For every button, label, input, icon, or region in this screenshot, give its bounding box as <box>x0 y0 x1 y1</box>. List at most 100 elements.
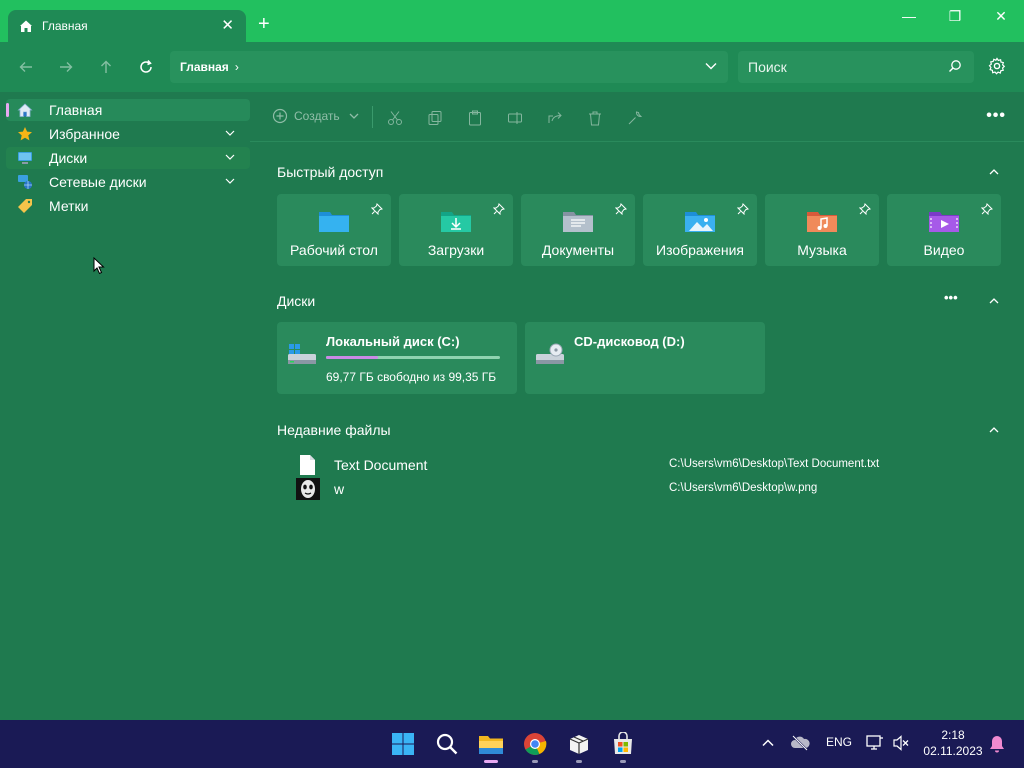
sidebar-item-drives[interactable]: Диски <box>6 147 250 169</box>
close-button[interactable]: ✕ <box>978 6 1024 26</box>
microsoft-store-icon[interactable] <box>609 730 637 758</box>
tab-title: Главная <box>42 19 88 33</box>
quick-access-label: Видео <box>923 242 965 258</box>
videos-folder-icon <box>928 208 960 234</box>
recent-file-row[interactable]: w C:\Users\vm6\Desktop\w.png <box>296 478 996 500</box>
forward-arrow-icon[interactable] <box>55 56 77 78</box>
music-folder-icon <box>806 208 838 234</box>
more-options-button[interactable]: ••• <box>986 107 1006 125</box>
tab-home[interactable]: Главная ✕ <box>8 10 246 42</box>
recent-file-path: C:\Users\vm6\Desktop\Text Document.txt <box>669 458 880 470</box>
drive-card-c[interactable]: Локальный диск (C:) 69,77 ГБ свободно из… <box>277 322 517 394</box>
sidebar: Главная Избранное Диски Сетевые диски Ме… <box>0 92 250 720</box>
sidebar-item-label: Главная <box>49 102 103 118</box>
refresh-icon[interactable] <box>135 56 157 78</box>
cut-icon[interactable] <box>386 109 404 127</box>
active-app-indicator <box>484 760 498 763</box>
quick-access-label: Загрузки <box>427 242 485 258</box>
search-icon[interactable] <box>433 730 461 758</box>
clock-date: 02.11.2023 <box>923 744 983 758</box>
minimize-button[interactable]: — <box>886 6 932 26</box>
delete-icon[interactable] <box>586 109 604 127</box>
recent-file-name: Text Document <box>334 457 428 473</box>
hard-drive-icon <box>287 342 317 368</box>
drive-name: CD-дисковод (D:) <box>574 334 685 349</box>
command-bar: Создать ••• <box>250 92 1024 142</box>
cd-drive-icon <box>535 342 565 368</box>
quick-access-pictures[interactable]: Изображения <box>643 194 757 266</box>
drives-more-button[interactable]: ••• <box>944 290 958 305</box>
sidebar-item-label: Метки <box>49 198 89 214</box>
chevron-down-icon[interactable] <box>224 150 236 166</box>
quick-access-label: Рабочий стол <box>290 242 378 258</box>
pin-icon[interactable] <box>614 202 627 220</box>
drive-card-d[interactable]: CD-дисковод (D:) <box>525 322 765 394</box>
breadcrumb-home[interactable]: Главная <box>180 60 229 74</box>
create-label: Создать <box>294 109 340 123</box>
cloud-offline-icon[interactable] <box>790 735 810 754</box>
chevron-down-icon[interactable] <box>224 126 236 142</box>
chevron-down-icon[interactable] <box>224 174 236 190</box>
chevron-up-icon[interactable] <box>988 294 1002 308</box>
pin-icon[interactable] <box>980 202 993 220</box>
network-icon <box>16 173 34 191</box>
new-tab-button[interactable]: + <box>258 14 270 34</box>
language-indicator[interactable]: ENG <box>826 735 852 749</box>
file-explorer-icon[interactable] <box>477 730 505 758</box>
desktop-folder-icon <box>318 208 350 234</box>
package-box-icon[interactable] <box>565 730 593 758</box>
clock[interactable]: 2:18 02.11.2023 <box>918 727 988 759</box>
pin-icon[interactable] <box>370 202 383 220</box>
chevron-up-icon[interactable] <box>988 165 1002 179</box>
star-icon <box>16 125 34 143</box>
sidebar-item-label: Диски <box>49 150 88 166</box>
chevron-up-icon[interactable] <box>988 423 1002 437</box>
pin-icon[interactable] <box>858 202 871 220</box>
quick-access-music[interactable]: Музыка <box>765 194 879 266</box>
home-icon <box>18 18 34 34</box>
windows-start-icon[interactable] <box>389 730 417 758</box>
sidebar-item-tags[interactable]: Метки <box>6 195 250 217</box>
pin-icon[interactable] <box>736 202 749 220</box>
sidebar-item-home[interactable]: Главная <box>6 99 250 121</box>
chrome-icon[interactable] <box>521 730 549 758</box>
notification-bell-icon[interactable] <box>988 734 1006 757</box>
paste-icon[interactable] <box>466 109 484 127</box>
recent-files-title: Недавние файлы <box>277 422 391 438</box>
tab-close-button[interactable]: ✕ <box>221 18 234 34</box>
sidebar-item-favorites[interactable]: Избранное <box>6 123 250 145</box>
address-bar[interactable]: Главная › <box>170 51 728 83</box>
copy-icon[interactable] <box>426 109 444 127</box>
drive-name: Локальный диск (C:) <box>326 334 460 349</box>
pin-icon[interactable] <box>492 202 505 220</box>
monitor-icon <box>16 149 34 167</box>
search-input[interactable]: Поиск <box>738 51 974 83</box>
documents-folder-icon <box>562 208 594 234</box>
quick-access-documents[interactable]: Документы <box>521 194 635 266</box>
quick-access-downloads[interactable]: Загрузки <box>399 194 513 266</box>
recent-file-path: C:\Users\vm6\Desktop\w.png <box>669 482 818 494</box>
gear-icon[interactable] <box>988 57 1006 80</box>
create-button[interactable]: Создать <box>272 108 360 124</box>
volume-muted-icon[interactable] <box>892 734 910 755</box>
quick-access-label: Изображения <box>656 242 744 258</box>
sidebar-item-label: Сетевые диски <box>49 174 147 190</box>
downloads-folder-icon <box>440 208 472 234</box>
search-icon[interactable] <box>948 59 962 76</box>
properties-wrench-icon[interactable] <box>626 109 644 127</box>
network-display-icon[interactable] <box>866 734 884 755</box>
quick-access-videos[interactable]: Видео <box>887 194 1001 266</box>
up-arrow-icon[interactable] <box>95 56 117 78</box>
taskbar: ENG 2:18 02.11.2023 <box>0 720 1024 768</box>
maximize-button[interactable]: ❐ <box>932 6 978 26</box>
sidebar-item-network-drives[interactable]: Сетевые диски <box>6 171 250 193</box>
chevron-up-icon[interactable] <box>761 736 775 753</box>
chevron-down-icon[interactable] <box>704 59 718 76</box>
quick-access-label: Документы <box>541 242 615 258</box>
rename-icon[interactable] <box>506 109 524 127</box>
back-arrow-icon[interactable] <box>15 56 37 78</box>
quick-access-desktop[interactable]: Рабочий стол <box>277 194 391 266</box>
recent-file-row[interactable]: Text Document C:\Users\vm6\Desktop\Text … <box>296 454 996 476</box>
share-icon[interactable] <box>546 109 564 127</box>
separator <box>372 106 373 128</box>
